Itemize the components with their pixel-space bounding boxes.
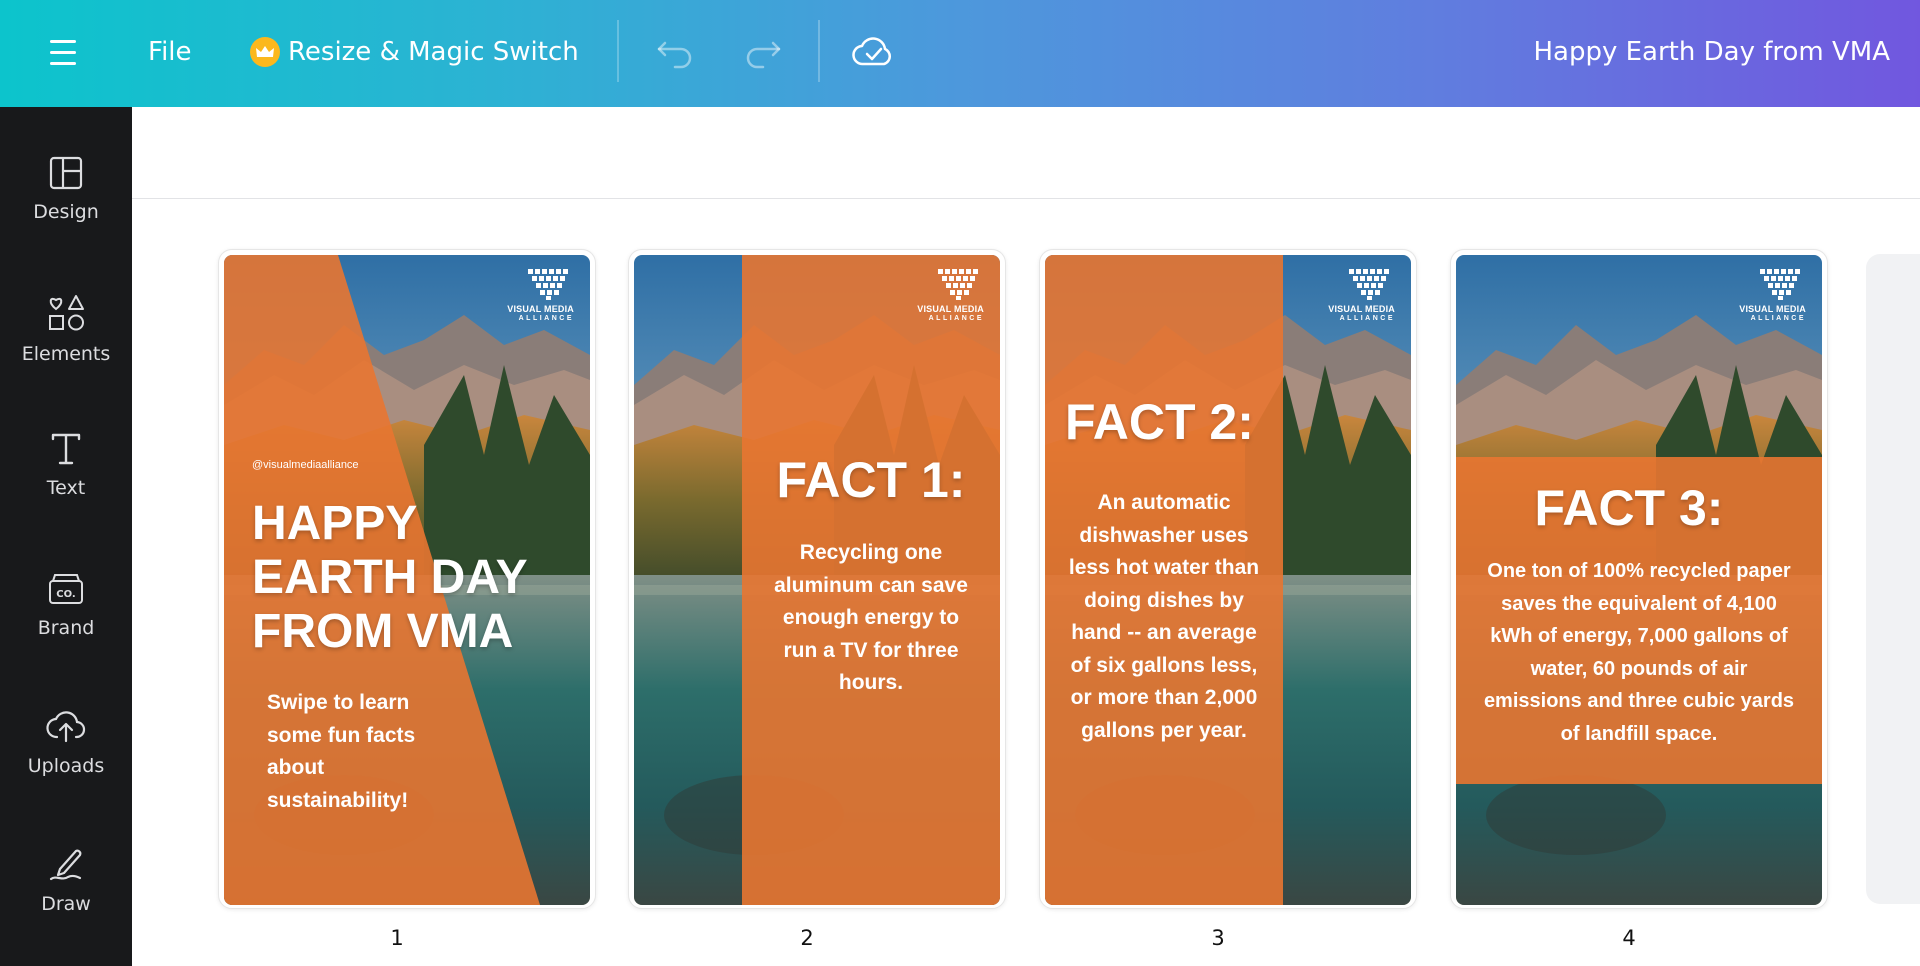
body-line: doing dishes by (1084, 588, 1244, 612)
sidebar-item-draw[interactable]: Draw (0, 817, 132, 937)
cloud-check-icon (852, 37, 891, 66)
headline-line: HAPPY (252, 497, 418, 550)
vma-logo-mark (1760, 269, 1800, 300)
toolbar-divider (818, 20, 820, 82)
body-line: gallons per year. (1081, 718, 1247, 742)
layout-icon (49, 156, 83, 190)
body-line: of landfill space. (1560, 722, 1718, 745)
left-sidebar: Design Elements Text CO. Brand Uploads D… (0, 107, 132, 966)
vma-logo: VISUAL MEDIA ALLIANCE (874, 267, 984, 323)
body-line: some fun facts (267, 723, 416, 747)
fact-heading: FACT 3: (1534, 480, 1724, 536)
body-line: An automatic (1097, 491, 1231, 514)
logo-line-2: ALLIANCE (518, 315, 574, 322)
page-thumbnail-1[interactable]: VISUAL MEDIA ALLIANCE @visualmediaallianc… (218, 249, 596, 909)
undo-button[interactable] (652, 30, 698, 74)
sidebar-item-brand[interactable]: CO. Brand (0, 541, 132, 661)
body-line: water, 60 pounds of air (1530, 657, 1748, 680)
fact-heading: FACT 2: (1065, 394, 1254, 450)
logo-line-1: VISUAL MEDIA (1328, 304, 1395, 314)
page-thumbnail-2[interactable]: VISUAL MEDIA ALLIANCE FACT 1: Recycling o… (628, 249, 1006, 909)
body-line: less hot water than (1068, 556, 1260, 579)
body-line: sustainability! (267, 788, 409, 812)
body-line: hand -- an average (1071, 621, 1257, 644)
social-handle: @visualmediaalliance (252, 459, 359, 471)
logo-line-1: VISUAL MEDIA (917, 304, 984, 314)
page-thumbnail-4[interactable]: VISUAL MEDIA ALLIANCE FACT 3: One ton of … (1450, 249, 1828, 909)
brand-icon: CO. (49, 574, 83, 604)
body-line: aluminum can save (774, 573, 968, 597)
logo-line-2: ALLIANCE (1339, 315, 1395, 322)
vma-logo-mark (528, 269, 568, 300)
body-line: emissions and three cubic yards (1483, 690, 1795, 712)
top-toolbar: File Resize & Magic Switch Happy Earth D… (0, 0, 1920, 107)
resize-magic-switch-button[interactable]: Resize & Magic Switch (240, 30, 589, 74)
headline-line: FROM VMA (252, 605, 514, 658)
fact-text: One ton of 100% recycled paper saves the… (1456, 555, 1822, 750)
page-number-2: 2 (800, 926, 814, 950)
body-line: hours. (838, 671, 904, 694)
draw-icon (49, 849, 82, 881)
page-thumbnail-5-partial[interactable] (1866, 254, 1920, 904)
sidebar-item-label: Text (46, 477, 86, 499)
body-line: kWh of energy, 7,000 gallons of (1490, 625, 1788, 647)
menu-icon (50, 40, 76, 43)
sidebar-item-label: Draw (41, 893, 91, 915)
context-toolbar (132, 107, 1920, 199)
document-title[interactable]: Happy Earth Day from VMA (1533, 30, 1890, 74)
logo-line-2: ALLIANCE (1750, 315, 1806, 322)
vma-logo: VISUAL MEDIA ALLIANCE (464, 267, 574, 323)
page-number-4: 4 (1622, 926, 1636, 950)
fact-heading: FACT 1: (776, 452, 966, 508)
body-line: Recycling one (799, 541, 943, 564)
vma-logo-mark (1349, 269, 1389, 300)
redo-icon (746, 41, 781, 69)
page-number-1: 1 (390, 926, 404, 950)
body-line: run a TV for three (783, 638, 959, 662)
sidebar-item-label: Uploads (27, 755, 105, 777)
page-thumbnail-3[interactable]: VISUAL MEDIA ALLIANCE FACT 2: An automati… (1039, 249, 1417, 909)
save-status-button[interactable] (850, 30, 896, 74)
sidebar-item-design[interactable]: Design (0, 127, 132, 247)
body-line: about (267, 756, 325, 779)
fact-text: Recycling one aluminum can save enough e… (742, 537, 1000, 700)
vma-logo: VISUAL MEDIA ALLIANCE (1285, 267, 1395, 323)
body-line: enough energy to (782, 606, 960, 629)
vma-logo-mark (938, 269, 978, 300)
headline-line: EARTH DAY (252, 551, 528, 604)
logo-line-1: VISUAL MEDIA (1739, 304, 1806, 314)
sidebar-item-label: Design (33, 201, 99, 223)
sidebar-item-text[interactable]: Text (0, 403, 132, 523)
cloud-upload-icon (46, 711, 86, 743)
toolbar-divider (617, 20, 619, 82)
logo-line-2: ALLIANCE (928, 315, 984, 322)
sidebar-item-elements[interactable]: Elements (0, 265, 132, 385)
crown-icon (250, 37, 280, 67)
sidebar-item-uploads[interactable]: Uploads (0, 679, 132, 799)
body-line: of six gallons less, (1070, 653, 1258, 677)
sidebar-item-label: Elements (21, 343, 111, 365)
fact-text: An automatic dishwasher uses less hot wa… (1045, 487, 1283, 747)
body-line: or more than 2,000 (1070, 686, 1258, 709)
body-line: saves the equivalent of 4,100 (1501, 592, 1777, 615)
vma-logo: VISUAL MEDIA ALLIANCE (1696, 267, 1806, 323)
menu-button[interactable] (40, 34, 86, 72)
body-line: Swipe to learn (267, 691, 410, 714)
headline: HAPPY EARTH DAY FROM VMA (252, 497, 528, 659)
resize-label: Resize & Magic Switch (288, 37, 579, 67)
file-menu-button[interactable]: File (136, 30, 204, 74)
body-line: One ton of 100% recycled paper (1487, 560, 1791, 582)
body-line: dishwasher uses (1079, 523, 1249, 547)
text-icon (51, 433, 81, 465)
intro-text: Swipe to learn some fun facts about sust… (267, 687, 415, 817)
svg-text:CO.: CO. (56, 589, 75, 600)
shapes-icon (49, 295, 84, 331)
logo-line-1: VISUAL MEDIA (507, 304, 574, 314)
redo-button[interactable] (740, 30, 786, 74)
sidebar-item-label: Brand (37, 617, 95, 639)
page-number-3: 3 (1211, 926, 1225, 950)
undo-icon (657, 41, 692, 69)
